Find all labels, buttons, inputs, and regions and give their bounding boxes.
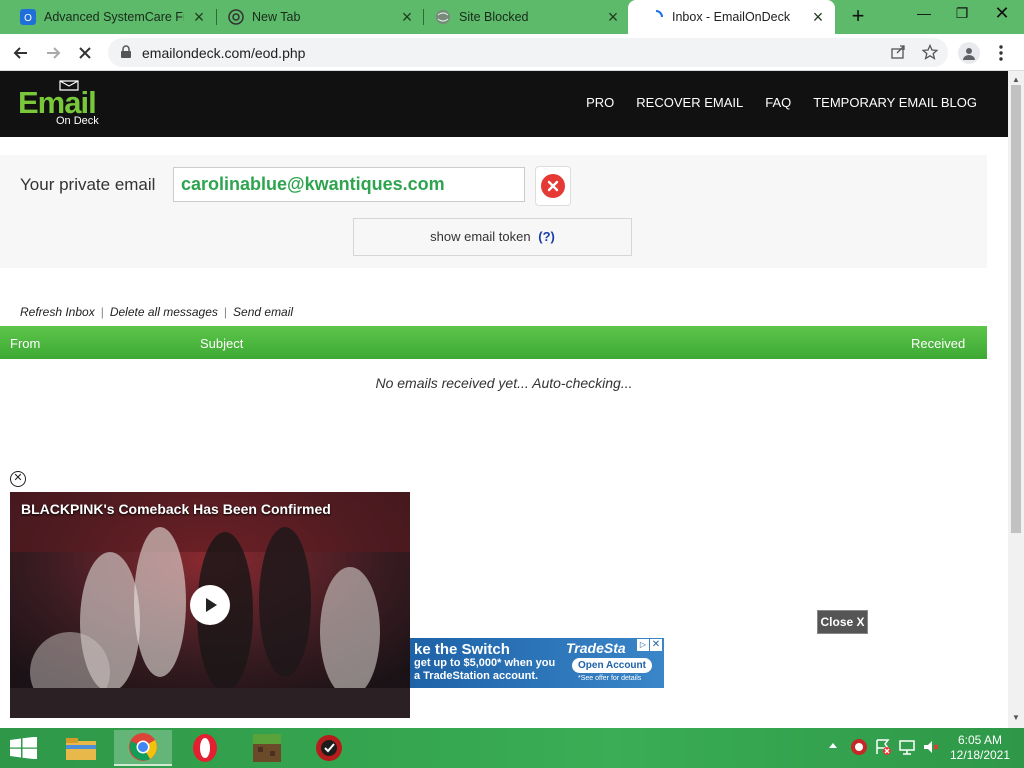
- stop-x-icon: [79, 47, 91, 59]
- scroll-down-icon[interactable]: ▼: [1012, 713, 1020, 722]
- adchoices-icon[interactable]: ▷: [637, 639, 649, 651]
- show-hidden-icons-icon[interactable]: [828, 738, 838, 757]
- column-subject: Subject: [200, 336, 244, 351]
- delete-circle-x-icon: [541, 174, 565, 198]
- volume-muted-tray-icon[interactable]: [922, 738, 940, 761]
- empty-inbox-message: No emails received yet... Auto-checking.…: [375, 375, 633, 391]
- tab-site-blocked[interactable]: Site Blocked ×: [415, 0, 630, 34]
- stop-button[interactable]: [72, 40, 98, 66]
- address-bar[interactable]: emailondeck.com/eod.php: [108, 38, 948, 67]
- scroll-up-icon[interactable]: ▲: [1012, 75, 1020, 84]
- lock-icon: [120, 45, 132, 64]
- play-icon: [206, 598, 217, 612]
- opera-taskbar-icon[interactable]: [176, 730, 234, 766]
- antivirus-tray-icon[interactable]: [850, 738, 868, 761]
- nav-pro[interactable]: PRO: [586, 95, 614, 110]
- tab-strip: O Advanced SystemCare Free × New Tab × S…: [0, 0, 1024, 34]
- token-help-link[interactable]: (?): [538, 229, 555, 244]
- minecraft-taskbar-icon[interactable]: [238, 730, 296, 766]
- forward-arrow-icon: [47, 47, 61, 59]
- tab-close-icon[interactable]: ×: [398, 8, 416, 26]
- systemcare-icon: O: [20, 9, 36, 25]
- private-email-label: Your private email: [20, 175, 156, 194]
- clock-time: 6:05 AM: [957, 733, 1003, 747]
- email-panel: Your private email carolinablue@kwantiqu…: [0, 155, 987, 268]
- tab-close-icon[interactable]: ×: [604, 8, 622, 26]
- inbox-actions: Refresh Inbox | Delete all messages | Send e…: [20, 305, 293, 319]
- tab-close-icon[interactable]: ×: [190, 8, 208, 26]
- ad-brand: TradeSta: [566, 640, 626, 656]
- site-header: Email On Deck PRO RECOVER EMAIL FAQ TEMP…: [0, 71, 1008, 137]
- video-ad[interactable]: BLACKPINK's Comeback Has Been Confirmed: [10, 492, 410, 718]
- separator: |: [223, 305, 228, 319]
- clock-date: 12/18/2021: [949, 748, 1011, 762]
- site-nav: PRO RECOVER EMAIL FAQ TEMPORARY EMAIL BL…: [564, 95, 977, 110]
- delete-all-messages-link[interactable]: Delete all messages: [110, 305, 218, 319]
- tab-label: Inbox - EmailOnDeck: [672, 10, 791, 24]
- close-video-ad-icon[interactable]: ✕: [10, 471, 26, 487]
- inbox-table-header: From Subject Received: [0, 326, 987, 359]
- separator: |: [100, 305, 104, 319]
- close-ad-button[interactable]: Close X: [817, 610, 868, 634]
- new-tab-button[interactable]: +: [846, 5, 870, 29]
- restore-icon[interactable]: ❐: [946, 0, 978, 30]
- column-received: Received: [911, 336, 966, 351]
- ad-fine-print: *See offer for details: [578, 675, 642, 682]
- profile-avatar-icon[interactable]: [958, 42, 980, 64]
- minimize-icon[interactable]: —: [908, 0, 940, 30]
- forward-button[interactable]: [40, 40, 66, 66]
- network-tray-icon[interactable]: [898, 738, 916, 761]
- flag-warning-tray-icon[interactable]: [874, 738, 892, 761]
- back-button[interactable]: [8, 40, 34, 66]
- logo-ondeck-text: On Deck: [56, 115, 99, 127]
- tab-label: Advanced SystemCare Free: [44, 10, 184, 24]
- svg-text:O: O: [24, 13, 32, 24]
- tab-label: New Tab: [252, 10, 301, 24]
- tab-close-icon[interactable]: ×: [809, 8, 827, 26]
- scrollbar-thumb[interactable]: [1011, 85, 1021, 533]
- tab-inbox-emailondeck[interactable]: Inbox - EmailOnDeck ×: [628, 0, 835, 34]
- refresh-inbox-link[interactable]: Refresh Inbox: [20, 305, 95, 319]
- security-app-taskbar-icon[interactable]: [300, 730, 358, 766]
- ad-headline: ke the Switch: [414, 641, 510, 658]
- token-button-label: show email token: [430, 229, 531, 244]
- url-text: emailondeck.com/eod.php: [142, 45, 306, 61]
- taskbar: 6:05 AM 12/18/2021: [0, 728, 1024, 768]
- close-window-icon[interactable]: ✕: [986, 0, 1018, 30]
- chrome-icon: [228, 9, 244, 25]
- tradestation-banner-ad[interactable]: ke the Switch get up to $5,000* when you…: [410, 638, 664, 688]
- file-explorer-icon[interactable]: [52, 730, 110, 766]
- tab-new-tab[interactable]: New Tab ×: [208, 0, 424, 34]
- play-button[interactable]: [190, 585, 230, 625]
- send-email-link[interactable]: Send email: [233, 305, 293, 319]
- tab-label: Site Blocked: [459, 10, 529, 24]
- ad-line-1: get up to $5,000* when you: [414, 657, 556, 669]
- menu-kebab-icon[interactable]: [994, 42, 1008, 64]
- delete-email-button[interactable]: [535, 166, 571, 206]
- web-page: Email On Deck PRO RECOVER EMAIL FAQ TEMP…: [0, 71, 1008, 728]
- private-email-field[interactable]: carolinablue@kwantiques.com: [173, 167, 525, 202]
- video-ad-title: BLACKPINK's Comeback Has Been Confirmed: [21, 501, 331, 517]
- column-from: From: [10, 336, 41, 351]
- open-account-button[interactable]: Open Account: [572, 658, 652, 673]
- globe-icon: [435, 9, 451, 25]
- browser-toolbar: emailondeck.com/eod.php: [0, 34, 1024, 71]
- page-scrollbar[interactable]: ▲ ▼: [1008, 71, 1024, 728]
- tab-advanced-systemcare[interactable]: O Advanced SystemCare Free ×: [0, 0, 216, 34]
- share-icon[interactable]: [890, 44, 908, 62]
- back-arrow-icon: [13, 47, 27, 59]
- windows-start-icon[interactable]: [10, 736, 38, 764]
- chrome-taskbar-icon[interactable]: [114, 730, 172, 766]
- system-clock[interactable]: 6:05 AM 12/18/2021: [944, 733, 1016, 763]
- nav-temporary-email-blog[interactable]: TEMPORARY EMAIL BLOG: [813, 95, 977, 110]
- nav-recover-email[interactable]: RECOVER EMAIL: [636, 95, 743, 110]
- nav-faq[interactable]: FAQ: [765, 95, 791, 110]
- show-email-token-button[interactable]: show email token (?): [353, 218, 632, 256]
- bookmark-star-icon[interactable]: [921, 43, 940, 62]
- emailondeck-logo[interactable]: Email On Deck: [18, 79, 108, 131]
- close-banner-ad-icon[interactable]: ✕: [650, 639, 662, 651]
- ad-line-2: a TradeStation account.: [414, 670, 539, 682]
- loading-spinner-icon: [648, 9, 664, 25]
